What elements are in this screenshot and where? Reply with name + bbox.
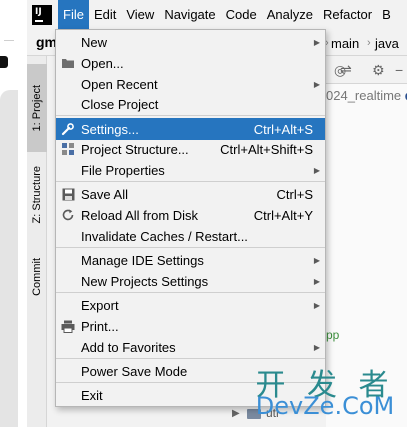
menu-item-save-all[interactable]: Save All Ctrl+S — [56, 183, 325, 205]
project-path: 024_realtime d — [326, 88, 407, 103]
submenu-arrow-icon: ▶ — [313, 37, 320, 47]
submenu-arrow-icon: ▶ — [313, 79, 320, 89]
menu-edit[interactable]: Edit — [89, 0, 121, 30]
strip-marker — [0, 56, 8, 68]
menu-item-shortcut: Ctrl+Alt+S — [253, 121, 313, 137]
tab-project-label: 1: Project — [31, 84, 43, 132]
menu-item-add-to-favorites[interactable]: Add to Favorites ▶ — [56, 336, 325, 358]
file-menu: New ▶ Open... Open Recent ▶ Close Projec… — [55, 29, 326, 407]
menu-item-settings[interactable]: Settings... Ctrl+Alt+S — [56, 118, 325, 140]
menu-item-label: Invalidate Caches / Restart... — [81, 228, 248, 244]
scroll-from-source-icon[interactable]: ⇌ — [340, 61, 352, 78]
submenu-arrow-icon: ▶ — [313, 276, 320, 286]
breadcrumb-java[interactable]: java — [375, 36, 399, 51]
tab-structure[interactable]: Z: Structure — [27, 152, 47, 238]
menu-item-label: Project Structure... — [81, 141, 189, 157]
menu-item-export[interactable]: Export ▶ — [56, 294, 325, 316]
menu-refactor[interactable]: Refactor — [318, 0, 377, 30]
menu-item-label: Open Recent — [81, 76, 158, 92]
menu-code[interactable]: Code — [221, 0, 262, 30]
chevron-right-icon: › — [367, 37, 371, 49]
menu-separator — [56, 181, 325, 182]
save-icon — [61, 187, 75, 201]
menu-item-shortcut: Ctrl+Alt+Shift+S — [220, 141, 313, 157]
project-structure-icon — [61, 142, 75, 156]
menu-item-file-properties[interactable]: File Properties ▶ — [56, 159, 325, 181]
submenu-arrow-icon: ▶ — [313, 255, 320, 265]
menu-item-label: Close Project — [81, 96, 159, 112]
menu-item-label: Save All — [81, 186, 128, 202]
menu-separator — [56, 115, 325, 116]
menu-item-label: New Projects Settings — [81, 273, 209, 289]
menu-item-new-projects-settings[interactable]: New Projects Settings ▶ — [56, 270, 325, 292]
menu-item-project-structure[interactable]: Project Structure... Ctrl+Alt+Shift+S — [56, 138, 325, 160]
hide-icon[interactable]: − — [395, 62, 403, 78]
menu-separator — [56, 358, 325, 359]
menu-item-label: Power Save Mode — [81, 363, 188, 379]
menu-item-label: Manage IDE Settings — [81, 252, 204, 268]
gear-icon[interactable]: ⚙ — [372, 62, 385, 79]
tab-project[interactable]: 1: Project — [27, 64, 47, 152]
left-panel-strip — [0, 0, 27, 427]
intellij-logo-icon — [32, 5, 52, 25]
expand-arrow-icon[interactable]: ▶ — [232, 408, 242, 419]
project-path-text: 024_realtime — [326, 88, 402, 103]
strip-panel — [0, 90, 18, 427]
submenu-arrow-icon: ▶ — [313, 165, 320, 175]
menu-item-label: New — [81, 34, 108, 50]
menu-item-shortcut: Ctrl+Alt+Y — [253, 207, 313, 223]
tab-commit[interactable]: Commit — [27, 246, 47, 308]
tab-structure-label: Z: Structure — [31, 166, 43, 224]
tab-commit-label: Commit — [31, 258, 43, 296]
menu-item-label: Reload All from Disk — [81, 207, 199, 223]
menu-item-label: Settings... — [81, 121, 139, 137]
wrench-icon — [61, 122, 75, 136]
menu-item-open-recent[interactable]: Open Recent ▶ — [56, 73, 325, 95]
menu-navigate[interactable]: Navigate — [159, 0, 220, 30]
tool-window-bar: 1: Project Z: Structure Commit — [27, 56, 47, 427]
reload-icon — [61, 208, 75, 222]
menu-analyze[interactable]: Analyze — [262, 0, 318, 30]
watermark-site: DevZe.CoM — [255, 392, 395, 420]
menu-item-shortcut: Ctrl+S — [276, 186, 313, 202]
print-icon — [61, 319, 75, 333]
menu-bar: File Edit View Navigate Code Analyze Ref… — [27, 0, 407, 30]
strip-divider — [4, 40, 14, 41]
menu-item-label: Export — [81, 297, 119, 313]
submenu-arrow-icon: ▶ — [313, 300, 320, 310]
menu-item-new[interactable]: New ▶ — [56, 31, 325, 53]
menu-item-label: Add to Favorites — [81, 339, 176, 355]
menu-item-label: File Properties — [81, 162, 165, 178]
menu-separator — [56, 292, 325, 293]
menu-item-label: Open... — [81, 55, 124, 71]
submenu-arrow-icon: ▶ — [313, 342, 320, 352]
menu-item-reload-all[interactable]: Reload All from Disk Ctrl+Alt+Y — [56, 204, 325, 226]
menu-item-label: Print... — [81, 318, 119, 334]
menu-item-label: Exit — [81, 387, 103, 403]
menu-item-invalidate-caches[interactable]: Invalidate Caches / Restart... — [56, 225, 325, 247]
project-name[interactable]: gm — [36, 34, 57, 50]
menu-view[interactable]: View — [121, 0, 159, 30]
menu-build[interactable]: B — [377, 0, 396, 30]
folder-icon — [61, 56, 75, 70]
menu-file[interactable]: File — [58, 0, 89, 30]
menu-item-manage-ide-settings[interactable]: Manage IDE Settings ▶ — [56, 249, 325, 271]
tree-item-fragment: pp — [326, 328, 340, 342]
breadcrumb-main[interactable]: main — [331, 36, 359, 51]
menu-item-open[interactable]: Open... — [56, 52, 325, 74]
menu-item-close-project[interactable]: Close Project — [56, 93, 325, 115]
menu-separator — [56, 247, 325, 248]
menu-item-print[interactable]: Print... — [56, 315, 325, 337]
